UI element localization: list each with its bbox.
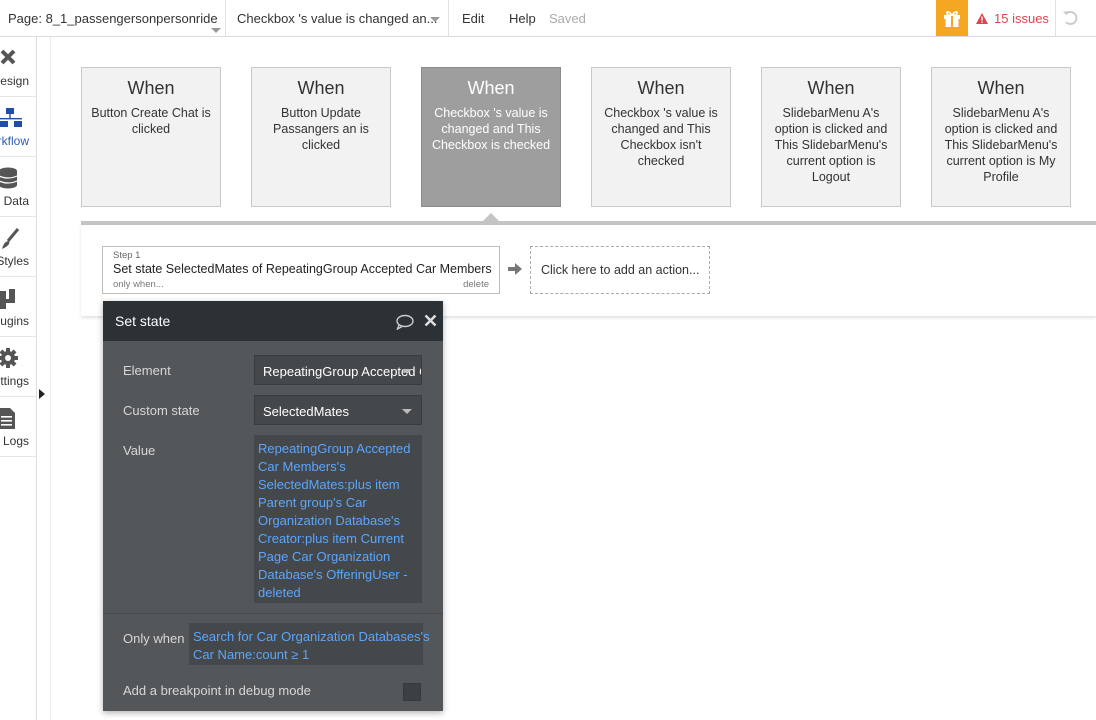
page-selector[interactable]: Page: 8_1_passengersonpersonride: [0, 0, 226, 36]
page-selector-label: Page: 8_1_passengersonpersonride: [8, 10, 218, 26]
sidebar-item-label: Styles: [0, 254, 29, 268]
element-label: Element: [123, 363, 171, 378]
event-description: SlidebarMenu A's option is clicked and T…: [944, 106, 1058, 184]
sidebar-item-label: Data: [3, 194, 29, 208]
sidebar-item-label: Plugins: [0, 314, 29, 328]
breakpoint-label: Add a breakpoint in debug mode: [123, 683, 311, 698]
workflow-selector[interactable]: Checkbox 's value is changed an...: [227, 0, 449, 36]
sidebar-item-plugins[interactable]: Plugins: [0, 277, 37, 337]
event-description: Checkbox 's value is changed and This Ch…: [431, 106, 551, 152]
sidebar-expand-arrow-icon[interactable]: [39, 389, 45, 399]
gift-icon: [944, 11, 960, 27]
brush-icon: [2, 228, 20, 249]
workflow-selector-label: Checkbox 's value is changed an...: [237, 10, 438, 26]
event-card[interactable]: When Checkbox 's value is changed and Th…: [591, 67, 731, 207]
event-description: Checkbox 's value is changed and This Ch…: [604, 106, 718, 168]
only-when-label: Only when: [123, 631, 185, 646]
undo-icon[interactable]: [1062, 9, 1080, 27]
sidebar-item-workflow[interactable]: Workflow: [0, 97, 37, 157]
event-when-label: When: [467, 78, 515, 98]
expression-line: Database's OfferingUser -: [258, 567, 408, 582]
step-only-when-link[interactable]: only when...: [113, 279, 164, 290]
set-state-panel: Set state Element RepeatingGroup Accepte…: [103, 301, 443, 711]
issues-count: 15 issues: [994, 10, 1049, 26]
database-icon: [0, 167, 18, 189]
divider: [1055, 0, 1056, 36]
warning-icon: [976, 12, 988, 24]
custom-state-label: Custom state: [123, 403, 200, 418]
expression-line: Car Name:count ≥ 1: [193, 647, 310, 662]
chevron-down-icon: [402, 369, 412, 374]
event-description: Button Create Chat is clicked: [91, 106, 211, 136]
chevron-down-icon: [211, 28, 221, 33]
expression-line: Search for Car Organization Databases's: [193, 629, 430, 644]
value-label: Value: [123, 443, 156, 458]
sidebar-item-label: Settings: [0, 374, 29, 388]
expression-line: deleted: [258, 585, 301, 600]
gift-button[interactable]: [936, 0, 968, 36]
event-card[interactable]: When SlidebarMenu A's option is clicked …: [931, 67, 1071, 207]
panel-header: Set state: [103, 301, 443, 341]
custom-state-dropdown-value: SelectedMates: [263, 404, 349, 419]
expression-line: Creator:plus item Current: [258, 531, 404, 546]
event-card[interactable]: When Button Create Chat is clicked: [81, 67, 221, 207]
chevron-down-icon: [402, 409, 412, 414]
sidebar-item-styles[interactable]: Styles: [0, 217, 37, 277]
sidebar-item-label: Logs: [2, 434, 29, 448]
custom-state-dropdown[interactable]: SelectedMates: [254, 395, 422, 425]
expression-line: SelectedMates:plus item: [258, 477, 400, 492]
document-icon: [0, 408, 15, 429]
element-dropdown-value: RepeatingGroup Accepted Car Members: [263, 364, 421, 379]
divider: [103, 613, 443, 614]
left-sidebar: Design Workflow Data Styles: [0, 37, 37, 720]
expression-line: RepeatingGroup Accepted: [258, 441, 411, 456]
expression-line: Car Members's: [258, 459, 346, 474]
plug-icon: [0, 289, 15, 309]
element-dropdown[interactable]: RepeatingGroup Accepted Car Members: [254, 355, 422, 385]
canvas-border: [50, 37, 51, 720]
sidebar-item-settings[interactable]: Settings: [0, 337, 37, 397]
event-when-label: When: [297, 78, 345, 98]
event-when-label: When: [977, 78, 1025, 98]
workflow-icon: [0, 108, 22, 127]
event-description: SlidebarMenu A's option is clicked and T…: [774, 106, 888, 184]
top-bar: Page: 8_1_passengersonpersonride Checkbo…: [0, 0, 1096, 37]
value-expression-field[interactable]: RepeatingGroup Accepted Car Members's Se…: [254, 435, 422, 603]
sidebar-item-design[interactable]: Design: [0, 37, 37, 97]
event-description: Button Update Passangers an is clicked: [273, 106, 369, 152]
sidebar-item-label: Design: [0, 74, 29, 88]
event-card-selected[interactable]: When Checkbox 's value is changed and Th…: [421, 67, 561, 207]
panel-title: Set state: [115, 313, 171, 329]
step-delete-link[interactable]: delete: [463, 279, 489, 290]
action-step[interactable]: Step 1 Set state SelectedMates of Repeat…: [102, 246, 500, 294]
event-when-label: When: [637, 78, 685, 98]
step-number: Step 1: [113, 250, 141, 261]
expression-line: Parent group's Car: [258, 495, 367, 510]
design-icon: [0, 49, 16, 65]
gear-icon: [0, 348, 18, 368]
help-menu[interactable]: Help: [509, 0, 536, 36]
chevron-down-icon: [430, 17, 440, 22]
event-when-label: When: [127, 78, 175, 98]
sidebar-item-data[interactable]: Data: [0, 157, 37, 217]
sidebar-item-label: Workflow: [0, 134, 29, 148]
breakpoint-checkbox[interactable]: [403, 683, 421, 701]
issues-indicator[interactable]: 15 issues: [976, 0, 1049, 36]
event-card[interactable]: When Button Update Passangers an is clic…: [251, 67, 391, 207]
step-title: Set state SelectedMates of RepeatingGrou…: [113, 262, 492, 276]
expression-line: Page Car Organization: [258, 549, 391, 564]
add-action-button[interactable]: Click here to add an action...: [530, 246, 710, 294]
sidebar-item-logs[interactable]: Logs: [0, 397, 37, 457]
saved-status: Saved: [549, 10, 586, 26]
close-icon[interactable]: [424, 314, 437, 327]
expression-line: Organization Database's: [258, 513, 400, 528]
event-card[interactable]: When SlidebarMenu A's option is clicked …: [761, 67, 901, 207]
only-when-expression-field[interactable]: Search for Car Organization Databases's …: [189, 623, 430, 665]
edit-menu[interactable]: Edit: [462, 0, 484, 36]
comment-icon[interactable]: [396, 314, 414, 330]
event-when-label: When: [807, 78, 855, 98]
arrow-right-icon: [508, 263, 522, 275]
